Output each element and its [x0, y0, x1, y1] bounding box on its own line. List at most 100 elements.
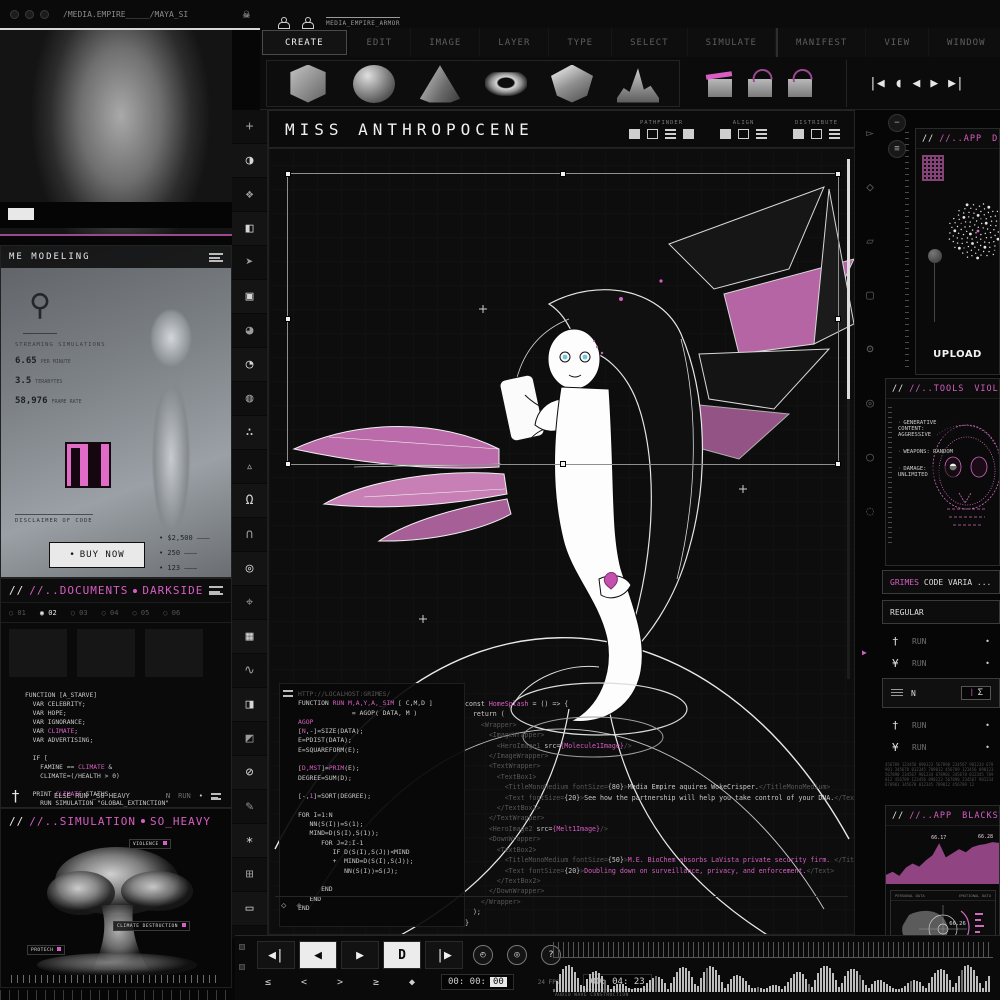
distribute-icon[interactable]: [829, 129, 840, 139]
buy-now-button[interactable]: • BUY NOW: [49, 542, 145, 568]
pathfinder-icon[interactable]: [647, 129, 658, 139]
mesh-sphere-tool[interactable]: ◕: [232, 314, 267, 348]
fill-dark-tool[interactable]: ◨: [232, 688, 267, 722]
window-button[interactable]: [25, 10, 34, 19]
box-arc2-icon[interactable]: [788, 79, 812, 97]
users-icon[interactable]: [302, 17, 312, 27]
run-button[interactable]: RUN: [178, 792, 191, 800]
canvas[interactable]: HTTP://LOCALHOST:GRIMES/FUNCTION RUN M,A…: [268, 148, 855, 935]
playback-button-2[interactable]: ▶: [341, 941, 379, 969]
playback-button-0[interactable]: ◀|: [257, 941, 295, 969]
rotate-tool[interactable]: ⊘: [232, 756, 267, 790]
timeline-ruler[interactable]: [553, 942, 993, 958]
icosahedron-primitive-button[interactable]: [551, 65, 593, 103]
cube-tool[interactable]: ◧: [232, 212, 267, 246]
font-style-select[interactable]: REGULAR: [882, 600, 1000, 624]
bulb-tool[interactable]: ʘ: [866, 342, 874, 357]
lens-tool[interactable]: ◎: [866, 396, 874, 411]
timecode-current[interactable]: 00: 00:00: [441, 974, 514, 990]
doc-thumbnail[interactable]: [77, 629, 135, 677]
node-tool[interactable]: ⌖: [232, 586, 267, 620]
box-arc-icon[interactable]: [748, 79, 772, 97]
run-row[interactable]: †RUN•: [882, 714, 1000, 736]
cursor-tool[interactable]: ▻: [866, 126, 874, 141]
mesh-orbit-tool[interactable]: ◔: [232, 348, 267, 382]
menu-item-create[interactable]: CREATE: [262, 30, 347, 55]
doc-tab-06[interactable]: ○ 06: [163, 609, 180, 617]
doc-tab-02[interactable]: ◉ 02: [40, 609, 57, 617]
run-row[interactable]: ¥RUN•: [882, 736, 1000, 758]
canvas-scrollbar[interactable]: [847, 159, 850, 679]
selection-handle[interactable]: [285, 316, 291, 322]
doc-tab-04[interactable]: ○ 04: [102, 609, 119, 617]
doc-tab-01[interactable]: ○ 01: [9, 609, 26, 617]
selection-handle[interactable]: [835, 171, 841, 177]
menu-icon[interactable]: [209, 253, 223, 262]
rev-icon[interactable]: ◖: [895, 76, 903, 91]
skip-button-2[interactable]: >: [329, 977, 351, 988]
selection-handle[interactable]: [285, 171, 291, 177]
align-icon[interactable]: [756, 129, 767, 139]
scatter-tool[interactable]: ∴: [232, 416, 267, 450]
align-icon[interactable]: [738, 129, 749, 139]
bulb-dot-tool[interactable]: ○: [866, 450, 874, 465]
align-icon[interactable]: [720, 129, 731, 139]
pathfinder-icon[interactable]: [629, 129, 640, 139]
diamond-grid-tool[interactable]: ❖: [232, 178, 267, 212]
diamond-filled-icon[interactable]: ◈: [296, 901, 301, 911]
menu-item-layer[interactable]: LAYER: [480, 28, 549, 57]
selection-handle[interactable]: [835, 461, 841, 467]
doc-tab-03[interactable]: ○ 03: [71, 609, 88, 617]
playback-button-4[interactable]: |▶: [425, 941, 463, 969]
menu-icon[interactable]: [211, 793, 221, 800]
menu-item-image[interactable]: IMAGE: [411, 28, 480, 57]
knob-eq[interactable]: ≡: [888, 140, 906, 158]
spray-tool[interactable]: ∗: [232, 824, 267, 858]
selection-handle[interactable]: [560, 461, 566, 467]
menu-icon[interactable]: [209, 586, 223, 595]
distribute-icon[interactable]: [811, 129, 822, 139]
radar-tab-personal[interactable]: PERSONAL DATA: [895, 893, 925, 898]
grid-select-tool[interactable]: ▦: [232, 620, 267, 654]
transport-circle-1[interactable]: ◎: [507, 945, 527, 965]
menu-item-select[interactable]: SELECT: [612, 28, 688, 57]
window-button[interactable]: [40, 10, 49, 19]
transport-circle-0[interactable]: ◴: [473, 945, 493, 965]
upload-button[interactable]: UPLOAD: [933, 349, 982, 360]
cone-primitive-button[interactable]: [419, 65, 461, 103]
cube-primitive-button[interactable]: [287, 65, 329, 103]
triangle-mesh-tool[interactable]: ▵: [232, 450, 267, 484]
skip-start-icon[interactable]: |◀: [869, 76, 885, 91]
n-box[interactable]: N ❘Σ: [882, 678, 1000, 708]
menu-item-manifest[interactable]: MANIFEST: [776, 28, 866, 57]
play-icon[interactable]: ▶: [930, 76, 938, 91]
torus-primitive-button[interactable]: [485, 72, 527, 96]
step-forward-icon[interactable]: ▶|: [948, 76, 964, 91]
shape-halves-tool[interactable]: ◑: [232, 144, 267, 178]
magnet-tool[interactable]: Ω: [232, 484, 267, 518]
sigma-field[interactable]: ❘Σ: [961, 686, 991, 700]
crop-tool[interactable]: ▭: [232, 892, 267, 926]
pen-tool[interactable]: ✎: [232, 790, 267, 824]
lock-tool[interactable]: ▣: [232, 280, 267, 314]
menu-item-view[interactable]: VIEW: [866, 28, 929, 57]
radar-tab-emotional[interactable]: EMOTIONAL DATA: [959, 893, 991, 898]
model-figure[interactable]: [125, 272, 217, 572]
select-cursor-tool[interactable]: ➤: [232, 246, 267, 280]
user-icon[interactable]: [278, 17, 288, 27]
curve-pen-tool[interactable]: ∿: [232, 654, 267, 688]
diamond-icon[interactable]: ◇: [281, 901, 286, 911]
run-row[interactable]: ¥RUN•: [882, 652, 1000, 674]
maya-sim-code-overlay[interactable]: HTTP://LOCALHOST:GRIMES/FUNCTION RUN M,A…: [279, 683, 465, 927]
playback-button-1[interactable]: ◀: [299, 941, 337, 969]
jsx-code-overlay[interactable]: const HomeSplash = () => { return ( <Wra…: [465, 699, 795, 914]
selection-handle[interactable]: [835, 316, 841, 322]
run-row[interactable]: †RUN•: [882, 630, 1000, 652]
menu-item-type[interactable]: TYPE: [549, 28, 612, 57]
lock-tool[interactable]: ▢: [866, 288, 874, 303]
menu-item-simulate[interactable]: SIMULATE: [688, 28, 776, 57]
diamond-tool[interactable]: ◇: [866, 180, 874, 195]
skip-button-0[interactable]: ≤: [257, 977, 279, 988]
selection-handle[interactable]: [560, 171, 566, 177]
terrain-primitive-button[interactable]: [617, 65, 659, 103]
